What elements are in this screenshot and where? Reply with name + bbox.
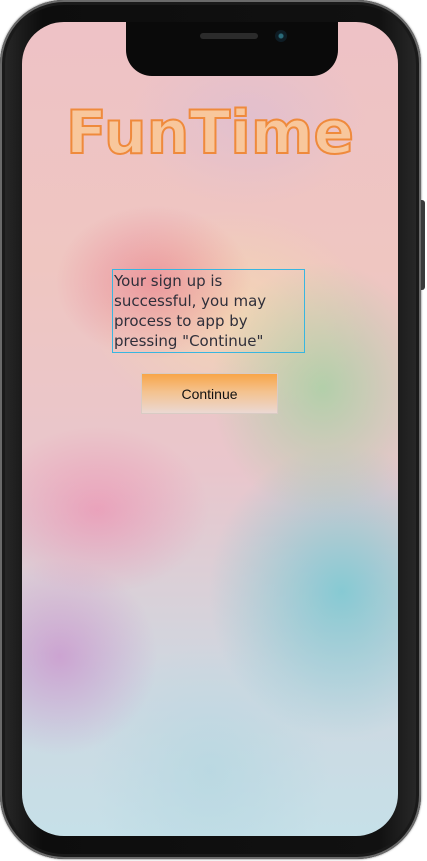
continue-button[interactable]: Continue bbox=[141, 373, 278, 414]
phone-notch bbox=[126, 22, 338, 76]
app-title: FunTime bbox=[65, 97, 355, 169]
phone-side-button bbox=[421, 200, 425, 290]
speaker-icon bbox=[200, 33, 258, 39]
signup-success-message: Your sign up is successful, you may proc… bbox=[112, 269, 305, 353]
camera-icon bbox=[275, 30, 287, 42]
app-screen: FunTime Your sign up is successful, you … bbox=[22, 22, 398, 836]
